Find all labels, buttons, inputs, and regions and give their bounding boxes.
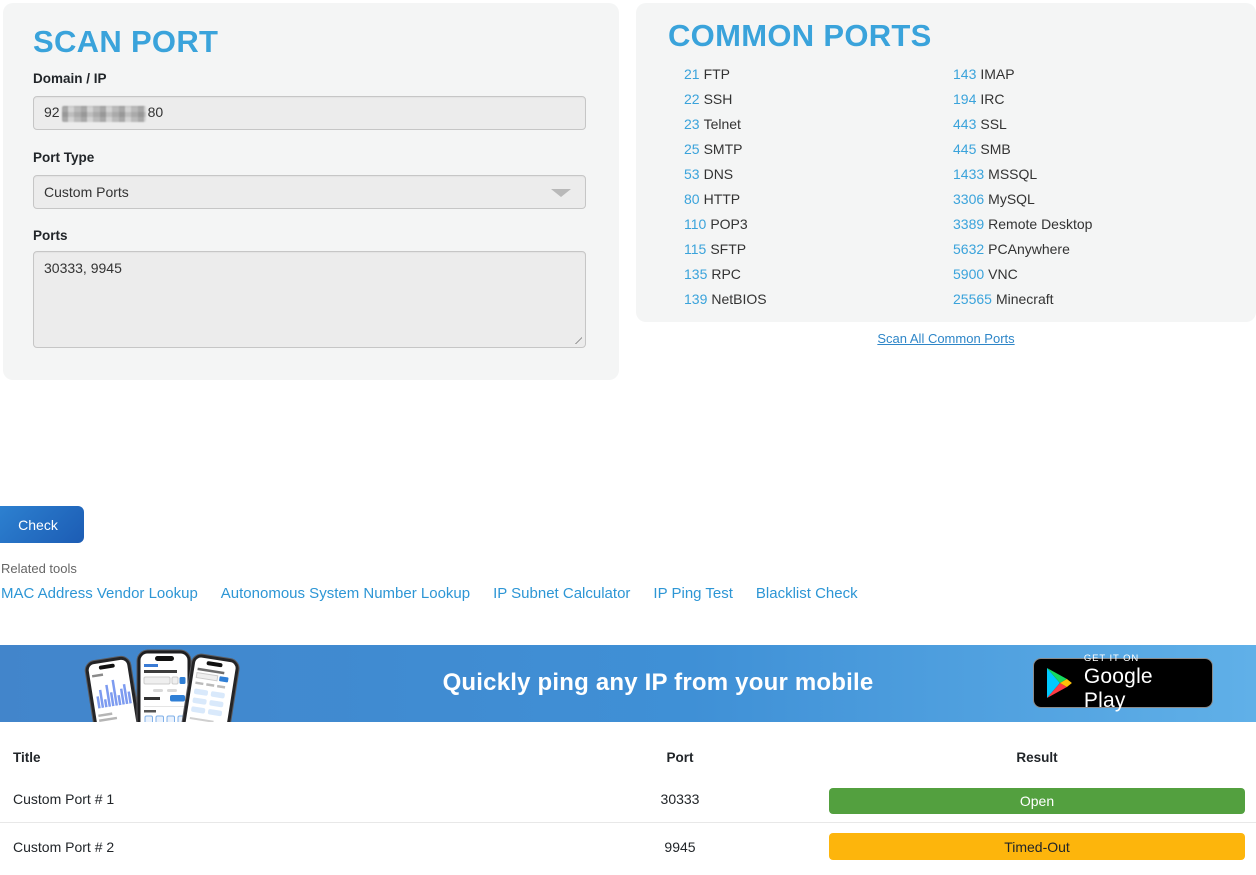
common-port-link[interactable]: 23Telnet [684,112,767,137]
common-port-link[interactable]: 135RPC [684,262,767,287]
common-port-link[interactable]: 80HTTP [684,187,767,212]
common-port-link[interactable]: 22SSH [684,87,767,112]
domain-ip-input[interactable]: 9280 [33,96,586,130]
common-port-link[interactable]: 21FTP [684,62,767,87]
common-port-link[interactable]: 445SMB [953,137,1092,162]
common-ports-column-2: 143IMAP 194IRC 443SSL 445SMB 1433MSSQL 3… [953,62,1092,312]
common-port-link[interactable]: 5900VNC [953,262,1092,287]
result-row-title: Custom Port # 1 [13,791,114,807]
common-port-link[interactable]: 25565Minecraft [953,287,1092,312]
common-ports-column-1: 21FTP 22SSH 23Telnet 25SMTP 53DNS 80HTTP… [684,62,767,312]
related-tools-nav: MAC Address Vendor Lookup Autonomous Sys… [1,585,858,602]
common-port-link[interactable]: 194IRC [953,87,1092,112]
common-port-link[interactable]: 443SSL [953,112,1092,137]
common-port-link[interactable]: 3389Remote Desktop [953,212,1092,237]
column-header-port: Port [580,750,780,765]
status-badge-open: Open [829,788,1245,814]
port-scanner-page: SCAN PORT Domain / IP 9280 Port Type Cus… [0,0,1256,875]
column-header-result: Result [829,750,1245,765]
port-type-select[interactable]: Custom Ports [33,175,586,209]
scan-port-title: SCAN PORT [33,24,218,60]
common-port-link[interactable]: 143IMAP [953,62,1092,87]
common-port-link[interactable]: 115SFTP [684,237,767,262]
common-ports-panel: COMMON PORTS 21FTP 22SSH 23Telnet 25SMTP… [636,3,1256,322]
google-play-badge-text: GET IT ON Google Play [1084,653,1200,713]
resize-handle-icon[interactable] [570,332,582,344]
related-link-asn-lookup[interactable]: Autonomous System Number Lookup [221,585,470,602]
mobile-app-banner: Quickly ping any IP from your mobile GET… [0,645,1256,722]
related-link-blacklist-check[interactable]: Blacklist Check [756,585,858,602]
result-row-title: Custom Port # 2 [13,839,114,855]
ports-value: 30333, 9945 [44,260,122,276]
google-play-badge[interactable]: GET IT ON Google Play [1033,658,1213,708]
port-type-label: Port Type [33,150,94,165]
common-port-link[interactable]: 139NetBIOS [684,287,767,312]
common-port-link[interactable]: 5632PCAnywhere [953,237,1092,262]
common-ports-title: COMMON PORTS [668,18,932,54]
related-link-ip-subnet-calculator[interactable]: IP Subnet Calculator [493,585,630,602]
ports-textarea[interactable]: 30333, 9945 [33,251,586,348]
column-header-title: Title [13,750,41,765]
status-badge-timed-out: Timed-Out [829,833,1245,860]
common-port-link[interactable]: 3306MySQL [953,187,1092,212]
google-play-icon [1046,668,1073,698]
related-link-mac-address-vendor-lookup[interactable]: MAC Address Vendor Lookup [1,585,198,602]
result-row-port: 9945 [580,839,780,855]
get-it-on-label: GET IT ON [1084,653,1200,664]
check-button[interactable]: Check [0,506,84,543]
scan-port-panel: SCAN PORT Domain / IP 9280 Port Type Cus… [3,3,619,380]
port-type-selected-value: Custom Ports [44,184,129,200]
related-tools-label: Related tools [1,561,77,576]
common-port-link[interactable]: 53DNS [684,162,767,187]
ports-label: Ports [33,228,68,243]
domain-ip-value: 9280 [44,104,163,121]
chevron-down-icon [551,189,571,197]
scan-all-common-ports-link[interactable]: Scan All Common Ports [636,331,1256,346]
domain-ip-label: Domain / IP [33,71,107,86]
common-port-link[interactable]: 1433MSSQL [953,162,1092,187]
result-row-port: 30333 [580,791,780,807]
google-play-label: Google Play [1084,665,1200,713]
scan-results-table: Title Port Result Custom Port # 1 30333 … [0,738,1256,875]
redacted-ip-segment [62,106,146,122]
row-divider [0,822,1256,823]
common-port-link[interactable]: 25SMTP [684,137,767,162]
common-port-link[interactable]: 110POP3 [684,212,767,237]
related-link-ip-ping-test[interactable]: IP Ping Test [653,585,733,602]
